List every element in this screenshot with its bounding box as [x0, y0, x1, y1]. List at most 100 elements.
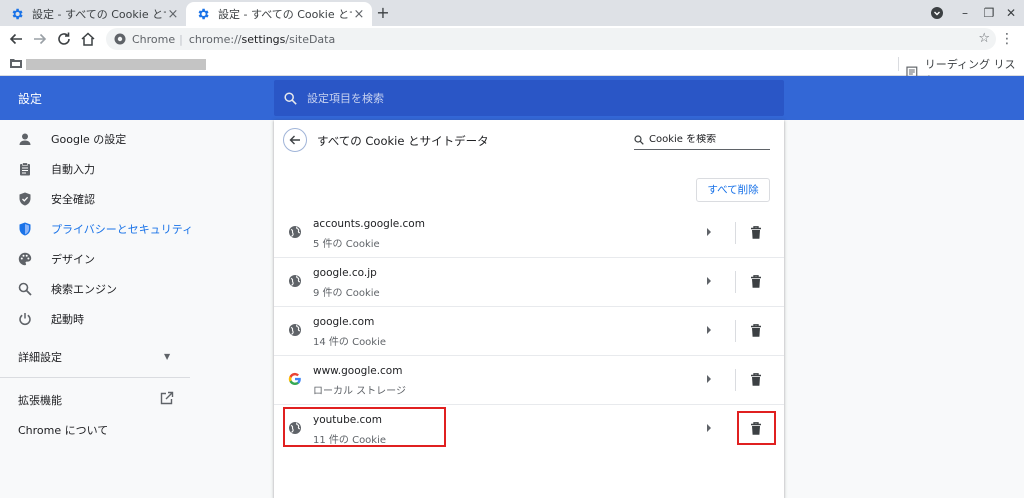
search-icon: [284, 91, 297, 105]
delete-trash-icon[interactable]: [749, 274, 763, 289]
browser-tab-1[interactable]: 設定 - すべての Cookie とサイト ×: [0, 2, 186, 26]
tab-search-icon[interactable]: [928, 4, 946, 22]
site-detail: 9 件の Cookie: [313, 288, 380, 299]
bookmark-folder-icon[interactable]: [10, 58, 22, 68]
site-detail: 14 件の Cookie: [313, 337, 387, 348]
sidebar-item-google[interactable]: Google の設定: [0, 124, 270, 154]
settings-sidebar: Google の設定 自動入力 安全確認 プライバシーとセキュリティ デザイン …: [0, 120, 270, 498]
palette-icon: [18, 252, 32, 266]
arrow-right-icon[interactable]: [706, 424, 712, 432]
browser-tab-2-active[interactable]: 設定 - すべての Cookie とサイト ×: [186, 2, 372, 26]
delete-trash-icon[interactable]: [749, 323, 763, 338]
browser-toolbar: Chrome | chrome://settings/siteData ☆ ⋮: [0, 26, 1024, 52]
arrow-right-icon[interactable]: [706, 375, 712, 383]
shield-icon: [18, 222, 32, 236]
settings-search-input[interactable]: [307, 91, 747, 105]
chrome-logo-icon: [114, 33, 126, 45]
site-name: accounts.google.com: [313, 218, 425, 230]
chrome-menu-icon[interactable]: ⋮: [1000, 31, 1014, 47]
sidebar-item-label: デザイン: [51, 253, 95, 266]
globe-icon: [289, 275, 301, 287]
cookie-search-input[interactable]: [649, 134, 759, 145]
clipboard-icon: [18, 162, 32, 176]
delete-trash-icon[interactable]: [749, 225, 763, 240]
chevron-down-icon[interactable]: ▼: [164, 352, 170, 361]
origin-chip: Chrome: [132, 32, 176, 46]
back-arrow-icon[interactable]: [6, 29, 26, 49]
sidebar-item-label: 起動時: [51, 313, 84, 326]
tab-title: 設定 - すべての Cookie とサイト: [32, 8, 166, 21]
highlight-delete-youtube: [737, 411, 776, 445]
search-icon: [18, 282, 32, 296]
globe-icon: [289, 324, 301, 336]
sidebar-item-safety-check[interactable]: 安全確認: [0, 184, 270, 214]
bookmark-star-icon[interactable]: ☆: [978, 31, 990, 46]
reload-icon[interactable]: [54, 29, 74, 49]
power-icon: [18, 312, 32, 326]
sidebar-extensions[interactable]: 拡張機能: [18, 392, 62, 408]
site-row[interactable]: www.google.com ローカル ストレージ: [274, 356, 784, 405]
sidebar-advanced[interactable]: 詳細設定: [18, 349, 62, 365]
site-row[interactable]: google.co.jp 9 件の Cookie: [274, 258, 784, 307]
settings-gear-icon: [198, 8, 209, 20]
sidebar-item-search-engine[interactable]: 検索エンジン: [0, 274, 270, 304]
bookmarks-bar: リーディング リスト: [0, 52, 1024, 87]
site-name: google.co.jp: [313, 267, 377, 279]
tab-close-icon[interactable]: ×: [166, 7, 180, 22]
omnibox-separator: |: [179, 32, 183, 46]
sidebar-item-autofill[interactable]: 自動入力: [0, 154, 270, 184]
site-name: www.google.com: [313, 365, 403, 377]
site-name: google.com: [313, 316, 375, 328]
delete-all-button[interactable]: すべて削除: [696, 178, 770, 202]
restore-button[interactable]: ❐: [980, 4, 998, 22]
new-tab-button[interactable]: +: [374, 4, 392, 22]
arrow-right-icon[interactable]: [706, 326, 712, 334]
sidebar-item-label: 安全確認: [51, 193, 95, 206]
row-separator: [735, 271, 736, 293]
back-button[interactable]: [283, 128, 307, 152]
delete-trash-icon[interactable]: [749, 372, 763, 387]
shield-check-icon: [18, 192, 32, 206]
site-detail: 5 件の Cookie: [313, 239, 380, 250]
minimize-button[interactable]: –: [956, 4, 974, 22]
page-title: すべての Cookie とサイトデータ: [317, 134, 489, 148]
sidebar-divider: [0, 377, 190, 378]
bookmark-separator: [898, 57, 899, 71]
back-arrow-icon: [289, 135, 300, 145]
redacted-bookmarks: [26, 59, 206, 70]
google-g-icon: [288, 372, 301, 386]
settings-title: 設定: [18, 92, 43, 106]
site-row[interactable]: accounts.google.com 5 件の Cookie: [274, 209, 784, 258]
sidebar-item-label: プライバシーとセキュリティ: [51, 223, 194, 236]
sidebar-item-privacy[interactable]: プライバシーとセキュリティ: [0, 214, 270, 244]
forward-arrow-icon[interactable]: [30, 29, 50, 49]
highlight-site-youtube: [283, 407, 446, 447]
tab-title: 設定 - すべての Cookie とサイト: [218, 8, 352, 21]
globe-icon: [289, 226, 301, 238]
tab-strip: 設定 - すべての Cookie とサイト × 設定 - すべての Cookie…: [0, 0, 1024, 26]
sidebar-item-on-startup[interactable]: 起動時: [0, 304, 270, 334]
sidebar-about-chrome[interactable]: Chrome について: [18, 422, 108, 438]
settings-gear-icon: [12, 8, 23, 20]
tab-close-icon[interactable]: ×: [352, 7, 366, 22]
home-icon[interactable]: [78, 29, 98, 49]
person-icon: [18, 132, 32, 146]
site-detail: ローカル ストレージ: [313, 386, 406, 397]
settings-search[interactable]: [274, 80, 784, 116]
arrow-right-icon[interactable]: [706, 228, 712, 236]
cookie-search[interactable]: [634, 130, 770, 150]
address-bar[interactable]: Chrome | chrome://settings/siteData ☆: [106, 28, 996, 50]
close-window-button[interactable]: ✕: [1002, 4, 1020, 22]
sidebar-item-label: 自動入力: [51, 163, 95, 176]
url-text: chrome://settings/siteData: [188, 32, 336, 46]
site-row[interactable]: google.com 14 件の Cookie: [274, 307, 784, 356]
row-separator: [735, 369, 736, 391]
sidebar-item-label: Google の設定: [51, 133, 127, 146]
settings-header: 設定: [0, 76, 1024, 120]
sidebar-item-appearance[interactable]: デザイン: [0, 244, 270, 274]
row-separator: [735, 320, 736, 342]
arrow-right-icon[interactable]: [706, 277, 712, 285]
sidebar-item-label: 検索エンジン: [51, 283, 117, 296]
open-in-new-icon[interactable]: [160, 391, 174, 405]
row-separator: [735, 222, 736, 244]
